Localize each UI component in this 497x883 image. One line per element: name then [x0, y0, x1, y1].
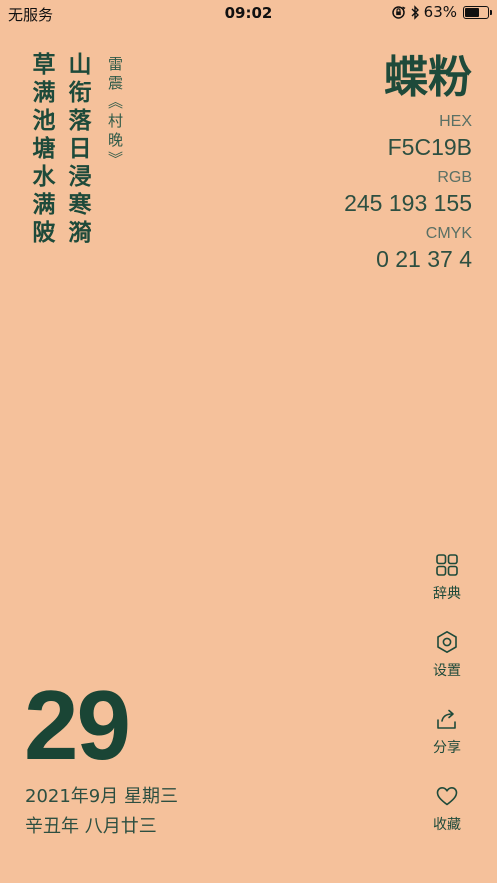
dictionary-button[interactable]: 辞典: [431, 553, 463, 630]
rgb-value: 245 193 155: [344, 190, 472, 216]
share-icon: [435, 707, 459, 731]
poem: 山衔落日浸寒漪 草满池塘水满陂: [28, 52, 90, 248]
settings-label: 设置: [433, 663, 461, 679]
action-column: 辞典 设置 分享 收藏: [431, 553, 463, 861]
bluetooth-icon: [410, 4, 420, 20]
poem-author-title: 雷震《村晚》: [106, 56, 124, 170]
orientation-lock-icon: [391, 5, 406, 20]
settings-button[interactable]: 设置: [431, 630, 463, 707]
hex-value: F5C19B: [387, 134, 472, 160]
cmyk-label: CMYK: [425, 225, 472, 242]
gregorian-date: 2021年9月 星期三: [25, 786, 178, 807]
poem-line-1: 山衔落日浸寒漪: [64, 52, 90, 248]
hex-label: HEX: [439, 113, 472, 130]
color-name: 蝶粉: [384, 52, 472, 103]
rgb-label: RGB: [437, 169, 472, 186]
poem-title: 《村晚》: [106, 94, 124, 170]
favorite-button[interactable]: 收藏: [431, 784, 463, 861]
cmyk-value: 0 21 37 4: [376, 246, 472, 272]
battery-fill: [465, 7, 479, 17]
settings-icon: [435, 630, 459, 654]
lunar-date: 辛丑年 八月廿三: [25, 816, 157, 837]
poem-meta: 雷震《村晚》: [106, 56, 124, 170]
share-button[interactable]: 分享: [431, 707, 463, 784]
day-number: 29: [24, 670, 131, 780]
battery-icon: [463, 5, 492, 19]
status-indicators: 63%: [391, 3, 492, 21]
battery-percent: 63%: [423, 3, 457, 21]
poem-author: 雷震: [106, 56, 124, 94]
poem-line-2: 草满池塘水满陂: [28, 52, 54, 248]
status-bar: 无服务 09:02 63%: [0, 0, 497, 26]
dictionary-label: 辞典: [433, 586, 461, 602]
grid-icon: [435, 553, 459, 577]
share-label: 分享: [433, 740, 461, 756]
battery-cap: [490, 9, 492, 15]
heart-icon: [435, 784, 459, 808]
favorite-label: 收藏: [433, 817, 461, 833]
color-info: 蝶粉 HEX F5C19B RGB 245 193 155 CMYK 0 21 …: [344, 50, 472, 274]
